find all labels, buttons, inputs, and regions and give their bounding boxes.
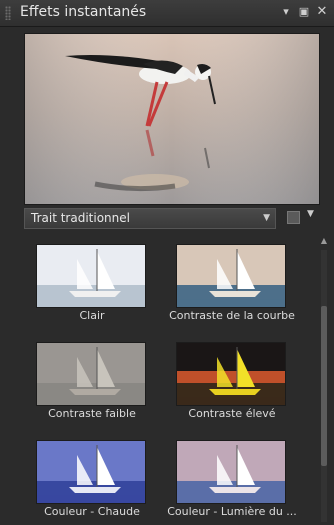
drag-grip-icon[interactable] bbox=[5, 6, 11, 20]
effect-tile[interactable]: Contraste faible bbox=[24, 332, 160, 424]
effect-thumbnail bbox=[36, 342, 146, 406]
effect-label: Couleur - Chaude bbox=[44, 505, 140, 518]
effect-label: Clair bbox=[79, 309, 105, 322]
view-mode-dropdown-icon[interactable]: ▼ bbox=[307, 209, 314, 219]
preset-category-value: Trait traditionnel bbox=[31, 211, 130, 225]
effect-tile[interactable]: Contraste élevé bbox=[164, 332, 300, 424]
effect-label: Couleur - Lumière du ... bbox=[167, 505, 297, 518]
gallery-scrollbar[interactable]: ▲ bbox=[319, 236, 329, 525]
effect-label: Contraste de la courbe bbox=[169, 309, 295, 322]
effect-label: Contraste faible bbox=[48, 407, 136, 420]
effect-thumbnail bbox=[176, 342, 286, 406]
pin-icon[interactable]: ▣ bbox=[296, 3, 312, 21]
effect-tile[interactable]: Couleur - Lumière du ... bbox=[164, 430, 300, 522]
scroll-thumb[interactable] bbox=[321, 306, 327, 466]
view-mode-icon[interactable] bbox=[287, 211, 300, 224]
panel-menu-dropdown-icon[interactable]: ▾ bbox=[278, 3, 294, 21]
chevron-down-icon: ▼ bbox=[263, 213, 270, 223]
effect-tile[interactable]: Contraste de la courbe bbox=[164, 234, 300, 326]
effects-gallery: Clair Contraste de la courbe Contraste fai… bbox=[24, 234, 316, 525]
panel-titlebar: Effets instantanés ▾ ▣ ✕ bbox=[0, 0, 334, 27]
close-icon[interactable]: ✕ bbox=[314, 3, 330, 21]
panel-title: Effets instantanés bbox=[20, 4, 147, 20]
effect-label: Contraste élevé bbox=[188, 407, 276, 420]
effect-thumbnail bbox=[36, 244, 146, 308]
effect-tile[interactable]: Couleur - Chaude bbox=[24, 430, 160, 522]
preset-category-dropdown[interactable]: Trait traditionnel ▼ bbox=[24, 208, 276, 229]
effect-tile[interactable]: Clair bbox=[24, 234, 160, 326]
preset-category-row: Trait traditionnel ▼ ▼ bbox=[24, 208, 324, 230]
effect-thumbnail bbox=[176, 440, 286, 504]
effect-thumbnail bbox=[176, 244, 286, 308]
effect-thumbnail bbox=[36, 440, 146, 504]
preview-image bbox=[24, 33, 320, 205]
scroll-up-icon[interactable]: ▲ bbox=[319, 236, 329, 246]
